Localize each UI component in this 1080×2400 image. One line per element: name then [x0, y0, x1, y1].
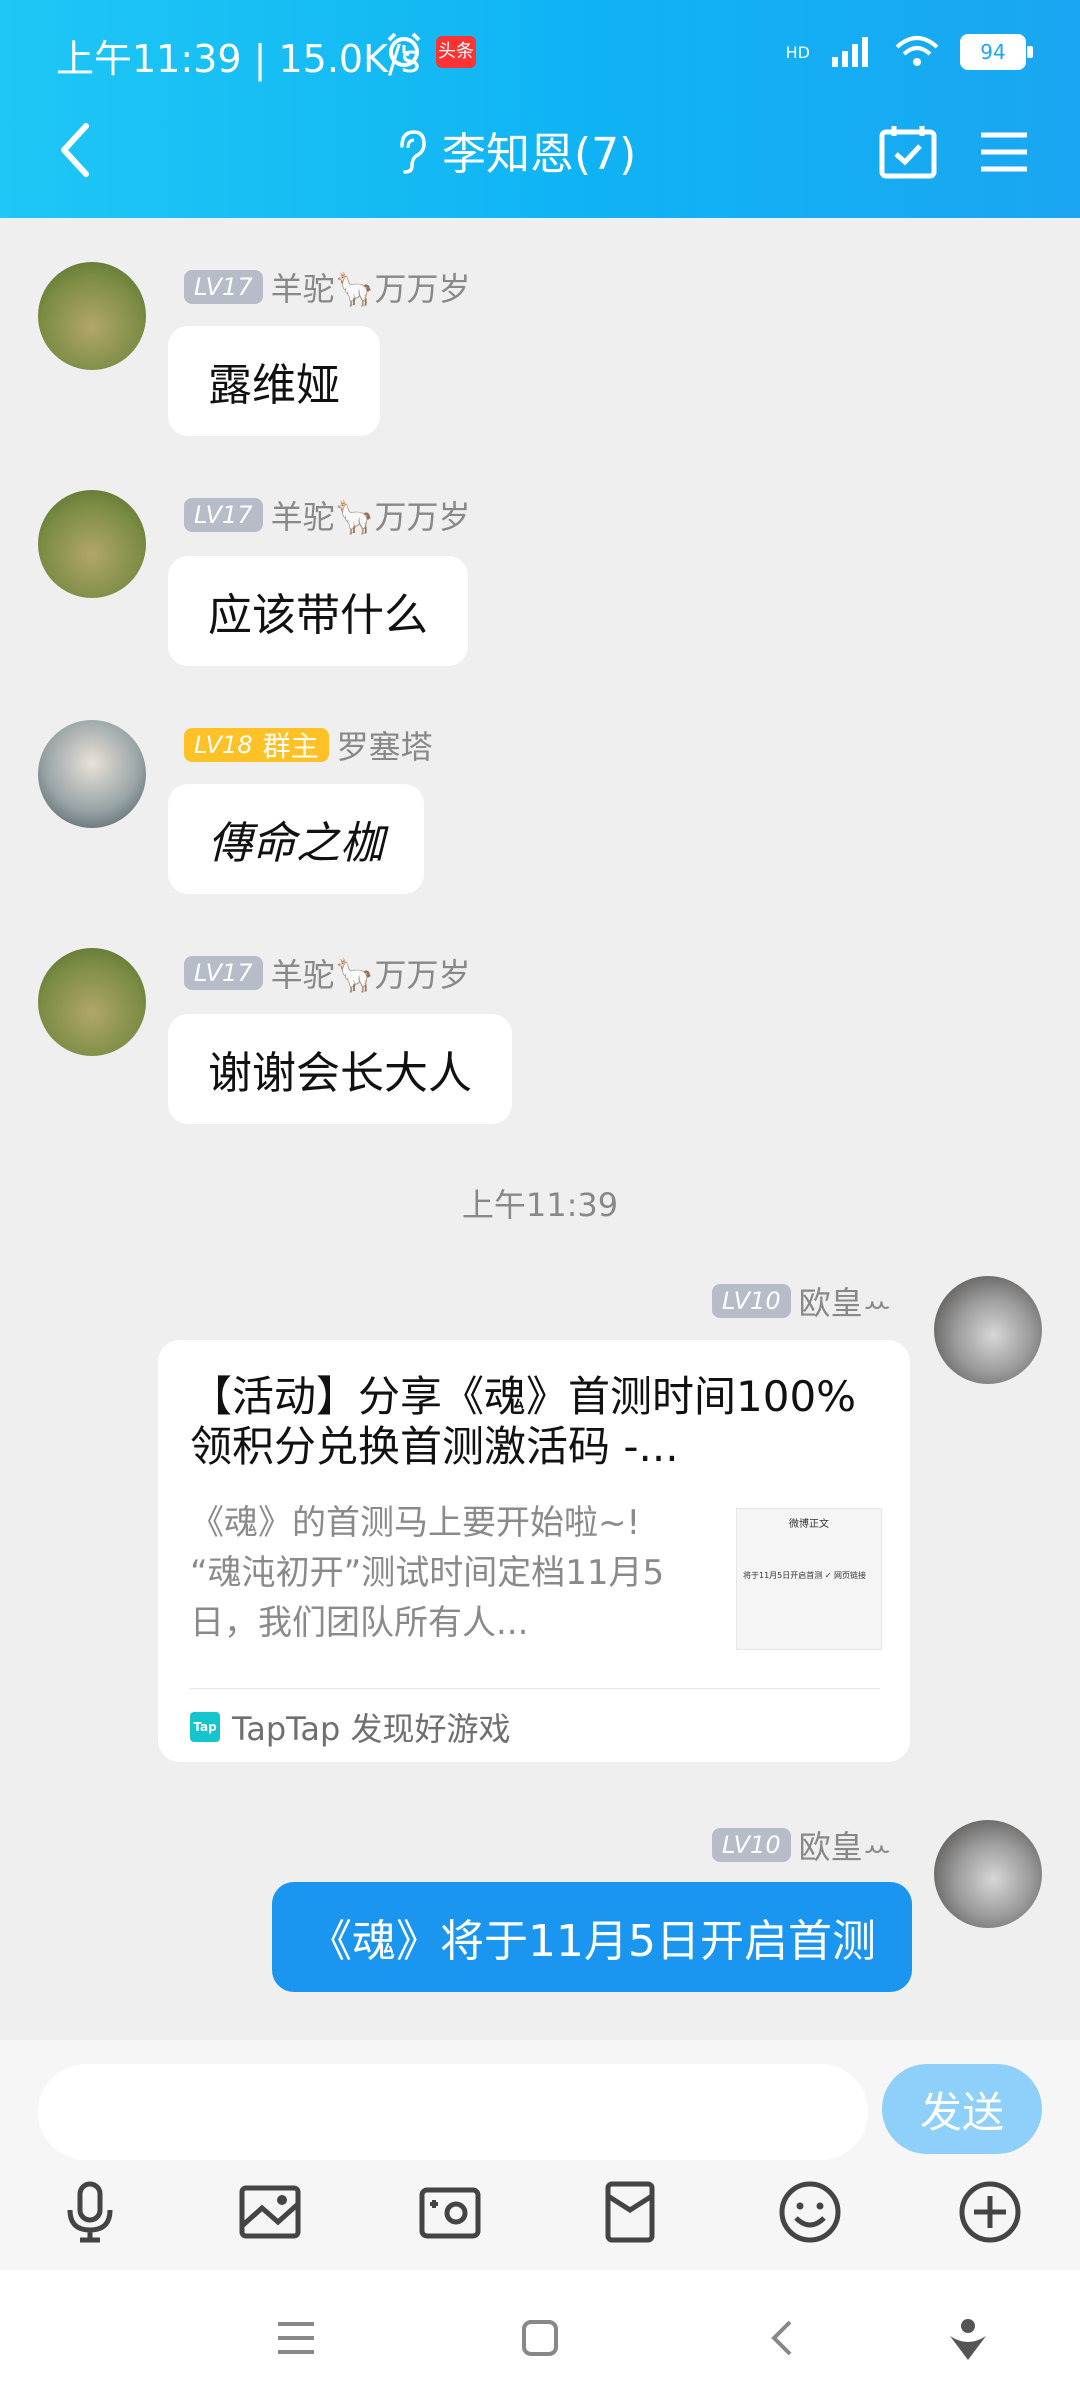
microphone-icon[interactable]	[56, 2178, 124, 2246]
message-bubble[interactable]: 傳命之枷	[168, 784, 424, 894]
plus-icon[interactable]	[956, 2178, 1024, 2246]
input-area: 发送	[0, 2040, 1080, 2270]
send-button[interactable]: 发送	[882, 2064, 1042, 2154]
home-icon[interactable]	[512, 2310, 568, 2366]
card-thumbnail: 微博正文 将于11月5日开启首测 ✓ 网页链接	[736, 1508, 882, 1650]
thumb-text: 将于11月5日开启首测 ✓ 网页链接	[743, 1571, 867, 1580]
sender-name[interactable]: 欧皇ꕀ	[799, 1822, 892, 1868]
alarm-icon	[387, 32, 421, 67]
card-source: Tap TapTap 发现好游戏	[190, 1704, 511, 1750]
message-text: 应该带什么	[208, 590, 428, 641]
sender-meta: LV10 欧皇ꕀ	[712, 1822, 892, 1868]
menu-icon[interactable]	[978, 130, 1030, 174]
sender-name[interactable]: 欧皇ꕀ	[799, 1278, 892, 1324]
level-badge: LV17	[184, 498, 263, 532]
group-name: 李知恩(7)	[442, 129, 637, 180]
message-input[interactable]	[38, 2064, 868, 2160]
message-bubble[interactable]: 应该带什么	[168, 556, 468, 666]
sender-name[interactable]: 羊驼🦙万万岁	[271, 264, 471, 310]
battery-icon: 94	[960, 34, 1033, 70]
level-badge: LV10	[712, 1828, 791, 1862]
back-arrow-icon[interactable]	[52, 120, 100, 180]
message-text: 傳命之枷	[208, 818, 384, 869]
recent-apps-icon[interactable]	[268, 2310, 324, 2366]
link-card[interactable]: 【活动】分享《魂》首测时间100%领积分兑换首测激活码 -... 《魂》的首测马…	[158, 1340, 910, 1762]
sender-meta: LV17 羊驼🦙万万岁	[184, 264, 470, 310]
avatar[interactable]	[934, 1276, 1042, 1384]
avatar[interactable]	[38, 262, 146, 370]
system-nav-bar	[0, 2270, 1080, 2400]
emoji-icon[interactable]	[776, 2178, 844, 2246]
level-badge: LV17	[184, 270, 263, 304]
ear-icon	[400, 130, 426, 174]
avatar[interactable]	[38, 720, 146, 828]
wifi-icon	[895, 36, 939, 66]
sender-meta: LV10 欧皇ꕀ	[712, 1278, 892, 1324]
level-badge: LV10	[712, 1284, 791, 1318]
level-badge: LV18 群主	[184, 728, 329, 763]
avatar[interactable]	[38, 948, 146, 1056]
sender-name[interactable]: 羊驼🦙万万岁	[271, 492, 471, 538]
avatar[interactable]	[38, 490, 146, 598]
message-bubble[interactable]: 谢谢会长大人	[168, 1014, 512, 1124]
sender-name[interactable]: 罗塞塔	[337, 722, 433, 768]
sender-meta: LV17 羊驼🦙万万岁	[184, 950, 470, 996]
time-divider: 上午11:39	[461, 1186, 619, 1224]
level-badge: LV17	[184, 956, 263, 990]
message-bubble[interactable]: 露维娅	[168, 326, 380, 436]
role-text: 群主	[262, 730, 319, 763]
my-message-bubble[interactable]: 《魂》将于11月5日开启首测	[272, 1882, 912, 1992]
image-icon[interactable]	[236, 2178, 304, 2246]
assistant-icon[interactable]	[940, 2310, 996, 2366]
nav-back-icon[interactable]	[756, 2310, 812, 2366]
calendar-check-icon[interactable]	[878, 124, 938, 180]
sender-meta: LV17 羊驼🦙万万岁	[184, 492, 470, 538]
level-text: LV18	[194, 731, 253, 759]
status-icons: HD 94	[785, 30, 1033, 74]
signal-icon	[832, 37, 868, 67]
card-divider	[190, 1688, 880, 1689]
message-text: 露维娅	[208, 360, 340, 411]
camera-icon[interactable]	[416, 2178, 484, 2246]
status-time-speed: 上午11:39 | 15.0K/s	[56, 37, 421, 81]
sender-name[interactable]: 羊驼🦙万万岁	[271, 950, 471, 996]
news-app-icon: 头条	[436, 36, 476, 68]
thumb-title: 微博正文	[789, 1519, 829, 1530]
chat-header: 上午11:39 | 15.0K/s 头条 HD 94 李知恩(7)	[0, 0, 1080, 218]
avatar[interactable]	[934, 1820, 1042, 1928]
sender-meta: LV18 群主 罗塞塔	[184, 722, 433, 768]
red-packet-icon[interactable]	[596, 2178, 664, 2246]
message-text: 《魂》将于11月5日开启首测	[308, 1916, 876, 1967]
card-title: 【活动】分享《魂》首测时间100%领积分兑换首测激活码 -...	[190, 1372, 857, 1471]
card-description: 《魂》的首测马上要开始啦~! “魂沌初开”测试时间定档11月5日，我们团队所有人…	[190, 1503, 665, 1643]
battery-level: 94	[980, 40, 1006, 64]
chat-title[interactable]: 李知恩(7)	[390, 118, 636, 182]
taptap-logo-icon: Tap	[190, 1712, 220, 1742]
source-text: TapTap 发现好游戏	[232, 1710, 511, 1748]
message-text: 谢谢会长大人	[208, 1048, 472, 1099]
hd-label: HD	[785, 42, 810, 62]
